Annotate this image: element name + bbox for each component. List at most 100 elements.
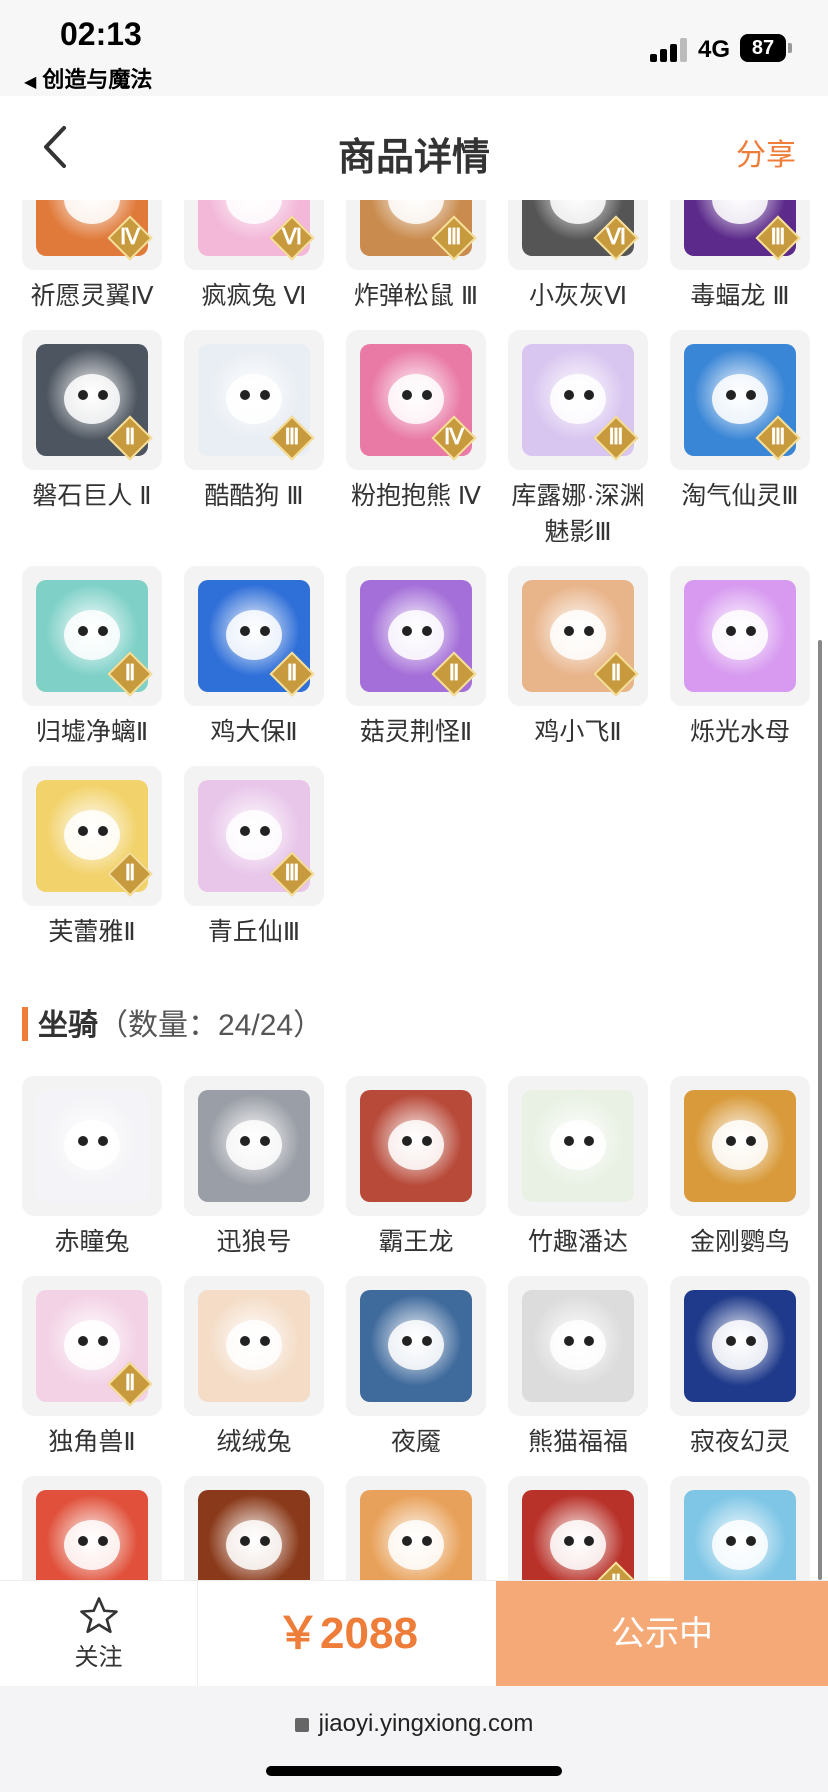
item-thumbnail[interactable]: Ⅵ (508, 200, 648, 270)
url-display[interactable]: jiaoyi.yingxiong.com (0, 1710, 828, 1738)
grid-item[interactable]: 绒绒兔 (184, 1276, 324, 1460)
grid-item[interactable]: 赤瞳兔 (22, 1076, 162, 1260)
follow-button[interactable]: 关注 (0, 1581, 198, 1687)
tier-number: Ⅱ (610, 660, 622, 685)
content-scroll[interactable]: Ⅳ 祈愿灵翼Ⅳ Ⅵ 疯疯兔 Ⅵ Ⅲ 炸弹松鼠 Ⅲ Ⅵ 小灰灰Ⅵ Ⅲ 毒蝠龙 Ⅲ Ⅱ 磐石巨人 Ⅱ Ⅲ 酷… (0, 200, 828, 1580)
item-thumbnail[interactable]: Ⅱ (22, 766, 162, 906)
grid-item[interactable]: 金刚鹦鸟 (670, 1076, 810, 1260)
grid-item[interactable]: Ⅱ 归墟净螭Ⅱ (22, 566, 162, 750)
item-thumbnail[interactable]: Ⅱ (22, 1276, 162, 1416)
item-thumbnail[interactable] (346, 1076, 486, 1216)
item-thumbnail[interactable] (670, 566, 810, 706)
item-label: 芙蕾雅Ⅱ (48, 918, 136, 946)
network-type: 4G (698, 36, 731, 63)
signal-icon (650, 38, 690, 62)
share-button[interactable]: 分享 (736, 130, 796, 174)
tier-number: Ⅲ (446, 224, 462, 249)
grid-item[interactable]: Ⅲ 青丘仙Ⅲ (184, 766, 324, 950)
grid-item[interactable]: Ⅳ 粉抱抱熊 Ⅳ (346, 330, 486, 514)
item-art (684, 580, 796, 692)
item-thumbnail[interactable] (670, 1476, 810, 1580)
grid-item[interactable]: Ⅵ 小灰灰Ⅵ (508, 200, 648, 314)
page-title: 商品详情 (337, 137, 490, 179)
item-thumbnail[interactable] (346, 1276, 486, 1416)
grid-item[interactable]: Ⅲ 库露娜·深渊魅影Ⅲ (508, 330, 648, 550)
grid-item[interactable]: 霸王龙 (346, 1076, 486, 1260)
grid-item[interactable]: 烁光水母 (670, 566, 810, 750)
item-label: 鸡大保Ⅱ (210, 718, 298, 746)
item-thumbnail[interactable] (22, 1076, 162, 1216)
item-thumbnail[interactable]: Ⅲ (184, 766, 324, 906)
item-label: 青丘仙Ⅲ (207, 918, 301, 946)
grid-item[interactable]: Ⅱ 芙蕾雅Ⅱ (22, 766, 162, 950)
grid-item[interactable]: Ⅲ 毒蝠龙 Ⅲ (670, 200, 810, 314)
grid-item[interactable]: Ⅲ 淘气仙灵Ⅲ (670, 330, 810, 514)
tier-number: Ⅱ (124, 424, 136, 449)
item-thumbnail[interactable]: Ⅱ (22, 330, 162, 470)
back-to-app-link[interactable]: ◀ 创造与魔法 (24, 62, 152, 94)
item-thumbnail[interactable] (184, 1276, 324, 1416)
item-thumbnail[interactable] (670, 1076, 810, 1216)
grid-item[interactable]: Ⅱ 磐石巨人 Ⅱ (22, 330, 162, 514)
tier-badge-icon: Ⅲ (431, 215, 477, 261)
item-thumbnail[interactable]: Ⅱ (508, 1476, 648, 1580)
item-label: 祈愿灵翼Ⅳ (30, 282, 154, 310)
grid-item[interactable]: Ⅱ 菇灵荆怪Ⅱ (346, 566, 486, 750)
grid-item[interactable]: 竹趣潘达 (508, 1076, 648, 1260)
item-thumbnail[interactable] (508, 1276, 648, 1416)
item-label: 绒绒兔 (216, 1428, 292, 1456)
grid-item[interactable]: Ⅱ 独角兽Ⅱ (22, 1276, 162, 1460)
public-notice-button[interactable]: 公示中 (496, 1581, 828, 1687)
item-art (522, 1090, 634, 1202)
status-bar: 02:13 ◀ 创造与魔法 4G 87 (0, 0, 828, 96)
item-thumbnail[interactable]: Ⅲ (508, 330, 648, 470)
tier-number: Ⅱ (124, 860, 136, 885)
item-thumbnail[interactable]: Ⅱ (184, 566, 324, 706)
item-thumbnail[interactable]: Ⅵ (184, 200, 324, 270)
grid-item[interactable]: Ⅳ 祈愿灵翼Ⅳ (22, 200, 162, 314)
grid-item[interactable]: 熊猫福福 (508, 1276, 648, 1460)
item-thumbnail[interactable] (184, 1476, 324, 1580)
grid-item[interactable] (22, 1476, 162, 1580)
item-thumbnail[interactable]: Ⅱ (346, 566, 486, 706)
tier-badge-icon: Ⅲ (755, 415, 801, 461)
section-count: （数量：24/24） (98, 1009, 324, 1042)
grid-item[interactable] (670, 1476, 810, 1580)
battery-icon: 87 (740, 34, 786, 62)
grid-item[interactable]: 寂夜幻灵 (670, 1276, 810, 1460)
grid-item[interactable]: Ⅲ 炸弹松鼠 Ⅲ (346, 200, 486, 314)
item-thumbnail[interactable] (670, 1276, 810, 1416)
grid-item[interactable] (184, 1476, 324, 1580)
item-thumbnail[interactable] (184, 1076, 324, 1216)
item-thumbnail[interactable] (508, 1076, 648, 1216)
browser-url-bar[interactable]: jiaoyi.yingxiong.com (0, 1686, 828, 1792)
nav-bar: 商品详情 分享 (0, 96, 828, 200)
grid-item[interactable]: Ⅵ 疯疯兔 Ⅵ (184, 200, 324, 314)
item-thumbnail[interactable]: Ⅲ (670, 200, 810, 270)
grid-item[interactable] (346, 1476, 486, 1580)
tier-badge-icon: Ⅱ (107, 651, 153, 697)
item-thumbnail[interactable]: Ⅱ (22, 566, 162, 706)
item-art (36, 1090, 148, 1202)
item-thumbnail[interactable] (22, 1476, 162, 1580)
grid-item[interactable]: Ⅱ (508, 1476, 648, 1580)
back-chevron-icon[interactable] (38, 124, 72, 170)
item-art (522, 1290, 634, 1402)
item-art (360, 1090, 472, 1202)
scrollbar[interactable] (818, 640, 822, 1580)
item-thumbnail[interactable]: Ⅳ (346, 330, 486, 470)
item-thumbnail[interactable]: Ⅲ (670, 330, 810, 470)
item-thumbnail[interactable]: Ⅲ (346, 200, 486, 270)
item-thumbnail[interactable] (346, 1476, 486, 1580)
grid-item[interactable]: Ⅱ 鸡大保Ⅱ (184, 566, 324, 750)
grid-item[interactable]: Ⅱ 鸡小飞Ⅱ (508, 566, 648, 750)
item-thumbnail[interactable]: Ⅱ (508, 566, 648, 706)
item-thumbnail[interactable]: Ⅳ (22, 200, 162, 270)
grid-item[interactable]: 夜魇 (346, 1276, 486, 1460)
item-label: 寂夜幻灵 (689, 1428, 790, 1456)
grid-item[interactable]: 迅狼号 (184, 1076, 324, 1260)
item-thumbnail[interactable]: Ⅲ (184, 330, 324, 470)
section-accent-bar (22, 1007, 28, 1041)
item-label: 小灰灰Ⅵ (528, 282, 628, 310)
grid-item[interactable]: Ⅲ 酷酷狗 Ⅲ (184, 330, 324, 514)
